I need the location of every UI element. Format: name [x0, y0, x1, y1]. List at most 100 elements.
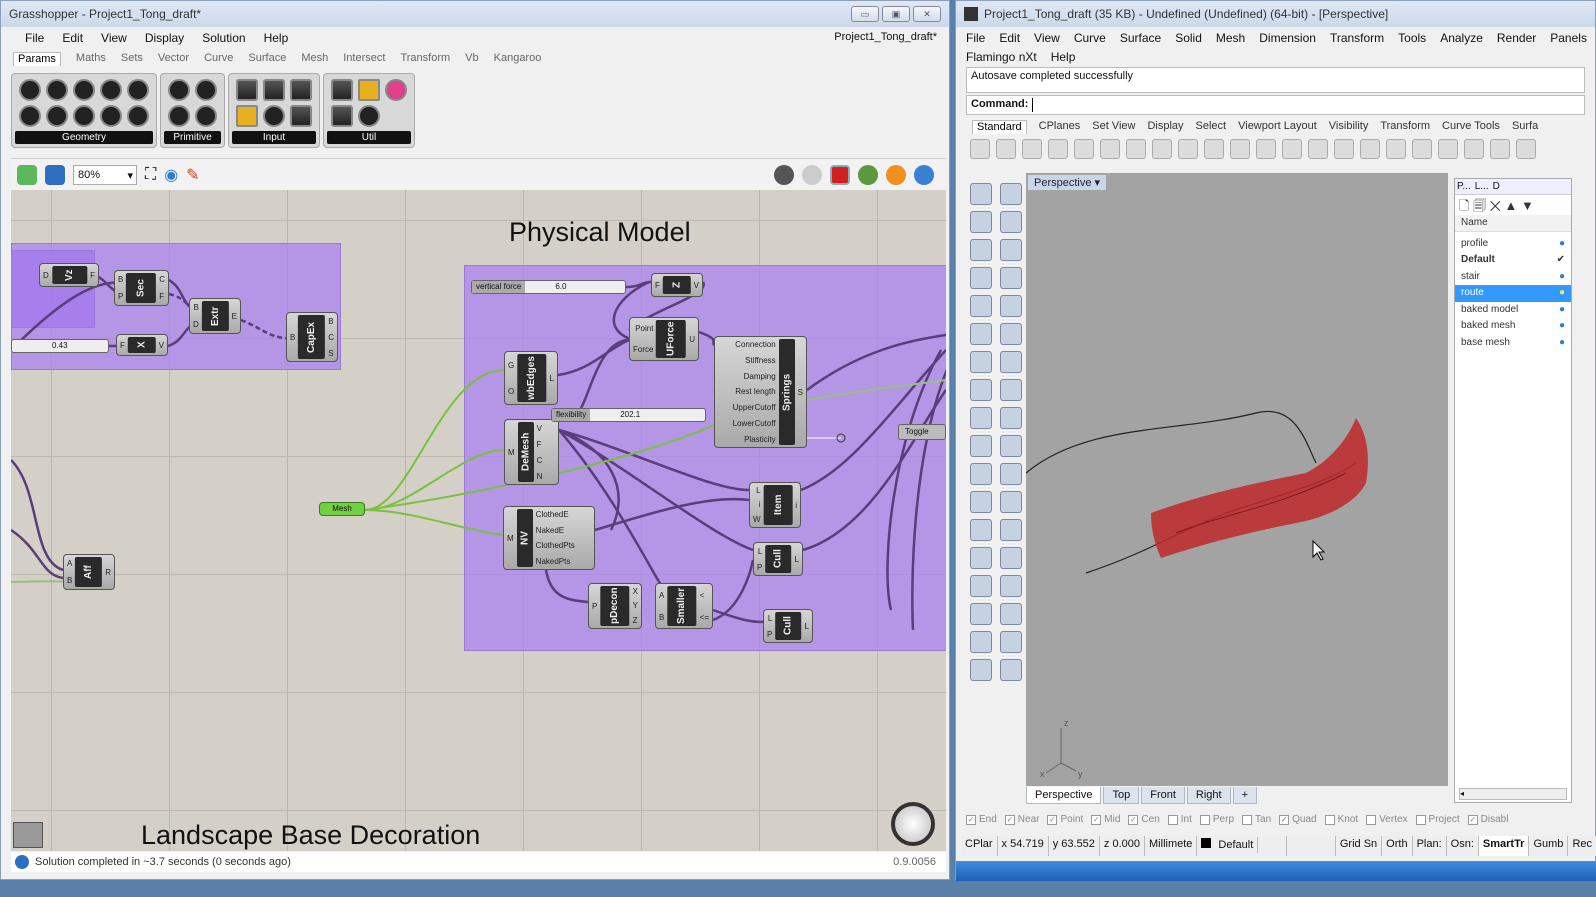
input-param[interactable]: A: [67, 559, 72, 568]
print-icon[interactable]: [1048, 139, 1068, 159]
modeling-tool-icon[interactable]: [970, 239, 992, 261]
modeling-tool-icon[interactable]: [970, 211, 992, 233]
toolbar-tab-transform[interactable]: Transform: [1380, 120, 1430, 134]
menu-curve[interactable]: Curve: [1074, 31, 1106, 45]
ribbon-group-label[interactable]: Primitive: [164, 131, 221, 144]
output-param[interactable]: Z: [633, 616, 638, 625]
osnap-cen[interactable]: ✓ Cen: [1128, 814, 1160, 825]
layer-row[interactable]: baked mesh ●: [1455, 318, 1571, 335]
toolbar-tab-set-view[interactable]: Set View: [1092, 120, 1135, 134]
output-param[interactable]: ClothedE: [536, 510, 591, 519]
modeling-tool-icon[interactable]: [970, 603, 992, 625]
component-icon[interactable]: [100, 79, 122, 101]
modeling-tool-icon[interactable]: [970, 659, 992, 681]
menu-solution[interactable]: Solution: [202, 31, 245, 45]
toolbar-tab-visibility[interactable]: Visibility: [1329, 120, 1369, 134]
output-param[interactable]: i: [795, 501, 797, 510]
component-demesh[interactable]: M DeMesh V F C N: [504, 419, 559, 485]
input-param[interactable]: A: [659, 591, 664, 600]
input-param[interactable]: Plasticity: [718, 435, 776, 444]
render-icon[interactable]: [914, 164, 934, 185]
input-param[interactable]: Stiffness: [718, 356, 776, 365]
zoom-extents-icon[interactable]: ⛶: [145, 166, 156, 184]
modeling-tool-icon[interactable]: [970, 435, 992, 457]
lightbulb-icon[interactable]: ●: [1559, 285, 1565, 302]
output-param[interactable]: F: [90, 271, 95, 280]
output-param[interactable]: <=: [700, 613, 709, 622]
osnap-disabl[interactable]: ✓ Disabl: [1467, 814, 1508, 825]
checkbox[interactable]: [1242, 814, 1253, 825]
toolbar-tab-surfa[interactable]: Surfa: [1512, 120, 1538, 134]
lightbulb-icon[interactable]: ●: [1559, 302, 1565, 319]
component-x[interactable]: FXV: [116, 334, 168, 356]
component-icon[interactable]: [46, 105, 68, 127]
component-icon[interactable]: [127, 79, 149, 101]
input-param[interactable]: D: [43, 271, 49, 280]
perspective-viewport[interactable]: Perspective ▾ zxy: [1026, 173, 1448, 786]
component-icon[interactable]: [236, 105, 258, 127]
component-icon[interactable]: [331, 105, 353, 127]
sketch-icon[interactable]: ✎: [186, 165, 199, 185]
gh-canvas[interactable]: Physical Model Landscape Base Decoration…: [11, 190, 946, 851]
viewport-tab-right[interactable]: Right: [1186, 787, 1231, 804]
input-param[interactable]: M: [508, 448, 515, 457]
checkbox[interactable]: [1324, 814, 1335, 825]
modeling-tool-icon[interactable]: [1000, 239, 1022, 261]
menu-flamingo-nxt[interactable]: Flamingo nXt: [966, 50, 1037, 64]
input-param[interactable]: B: [67, 576, 72, 585]
panel-tab[interactable]: L...: [1475, 181, 1489, 192]
tab-intersect[interactable]: Intersect: [343, 52, 385, 66]
modeling-tool-icon[interactable]: [1000, 603, 1022, 625]
modeling-tool-icon[interactable]: [1000, 351, 1022, 373]
osnap-knot[interactable]: Knot: [1324, 814, 1358, 825]
modeling-tool-icon[interactable]: [970, 491, 992, 513]
output-param[interactable]: L: [795, 555, 799, 564]
checkbox[interactable]: [1167, 814, 1178, 825]
tab-surface[interactable]: Surface: [248, 52, 286, 66]
component-icon[interactable]: [236, 79, 258, 101]
modeling-tool-icon[interactable]: [1000, 379, 1022, 401]
preview-color-icon[interactable]: [886, 164, 906, 185]
layer-row[interactable]: baked model ●: [1455, 302, 1571, 319]
slider-value[interactable]: 0.43: [12, 340, 108, 352]
canvas-navigator-widget[interactable]: [891, 802, 935, 846]
input-param[interactable]: i: [753, 500, 761, 509]
checkbox[interactable]: [1199, 814, 1210, 825]
osnap-quad[interactable]: ✓ Quad: [1279, 814, 1317, 825]
component-capex[interactable]: B CapEx B C S: [286, 312, 338, 362]
open-file-icon[interactable]: [17, 164, 37, 185]
component-icon[interactable]: [168, 79, 190, 101]
output-param[interactable]: R: [105, 568, 111, 577]
modeling-tool-icon[interactable]: [970, 547, 992, 569]
save-icon[interactable]: [1022, 139, 1042, 159]
modeling-tool-icon[interactable]: [970, 323, 992, 345]
component-cull[interactable]: L P Cull L: [763, 609, 813, 643]
input-param[interactable]: F: [655, 281, 660, 290]
component-uforce[interactable]: Point Force UForce U: [629, 317, 699, 361]
cut-icon[interactable]: [1100, 139, 1120, 159]
output-param[interactable]: NakedPts: [536, 557, 591, 566]
input-param[interactable]: P: [118, 292, 123, 301]
zoom-window-icon[interactable]: [1282, 139, 1302, 159]
output-param[interactable]: C: [159, 275, 165, 284]
input-param[interactable]: W: [753, 515, 761, 524]
panel-tab[interactable]: P...: [1457, 181, 1471, 192]
modeling-tool-icon[interactable]: [1000, 435, 1022, 457]
component-smaller[interactable]: A B Smaller < <=: [655, 583, 713, 629]
checkbox[interactable]: ✓: [1128, 814, 1139, 825]
close-button[interactable]: ✕: [913, 6, 941, 22]
panel-tab[interactable]: D: [1493, 181, 1500, 192]
modeling-tool-icon[interactable]: [1000, 519, 1022, 541]
input-param[interactable]: LowerCutoff: [718, 419, 776, 428]
checkbox[interactable]: [1366, 814, 1377, 825]
input-param[interactable]: O: [508, 387, 514, 396]
new-icon[interactable]: [970, 139, 990, 159]
gh-doc-name[interactable]: Project1_Tong_draft*: [834, 31, 937, 43]
output-param[interactable]: F: [537, 440, 555, 449]
tab-vector[interactable]: Vector: [158, 52, 189, 66]
viewport-tab-top[interactable]: Top: [1103, 787, 1140, 804]
input-param[interactable]: Connection: [718, 340, 775, 349]
output-param[interactable]: <: [700, 591, 709, 600]
component-icon[interactable]: [385, 79, 407, 101]
canvas-widget-icon[interactable]: [13, 822, 43, 848]
